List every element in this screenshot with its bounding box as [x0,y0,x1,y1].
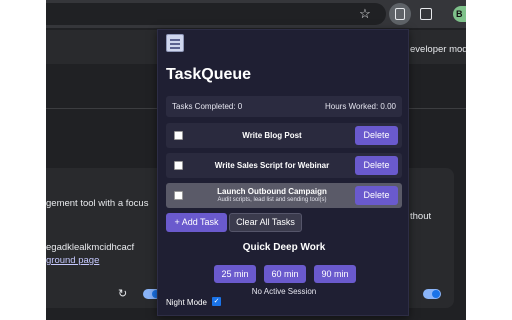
task-checkbox[interactable] [174,191,183,200]
taskqueue-extension-icon[interactable] [389,3,411,25]
task-title: Launch Outbound Campaign [217,187,327,196]
taskqueue-popup: TaskQueue Tasks Completed: 0 Hours Worke… [157,29,409,316]
delete-task-button[interactable]: Delete [355,186,398,205]
deep-work-60-button[interactable]: 60 min [264,265,306,283]
session-status: No Active Session [251,287,317,296]
background-page-link[interactable]: ground page [46,255,99,266]
task-item: Write Blog Post Delete [166,123,402,148]
task-checkbox[interactable] [174,131,183,140]
night-mode-label: Night Mode [166,298,207,307]
reload-icon[interactable]: ↻ [118,287,127,300]
delete-task-button[interactable]: Delete [355,126,398,145]
tasks-completed: Tasks Completed: 0 [172,102,243,111]
task-checkbox[interactable] [174,161,183,170]
developer-mode-label: eveloper mode [410,44,473,55]
bookmark-star-icon[interactable]: ☆ [356,5,374,23]
clear-all-tasks-button[interactable]: Clear All Tasks [229,213,302,232]
profile-avatar[interactable]: B [453,6,466,22]
left-margin [0,0,46,320]
deep-work-90-button[interactable]: 90 min [314,265,356,283]
extension-id: egadklealkmcidhcacf [46,242,135,253]
extension-enable-toggle-right[interactable] [423,289,441,299]
task-item: Write Sales Script for Webinar Delete [166,153,402,178]
app-title: TaskQueue [166,66,252,83]
task-title: Write Sales Script for Webinar [214,161,330,170]
address-bar[interactable] [46,3,386,25]
taskqueue-logo-icon [166,34,184,52]
extension-description: gement tool with a focus [46,198,149,209]
extension-description-tail: thout [410,211,432,222]
task-title: Write Blog Post [242,131,302,140]
add-task-button[interactable]: + Add Task [166,213,227,232]
deep-work-title: Quick Deep Work [242,242,326,253]
deep-work-25-button[interactable]: 25 min [214,265,256,283]
stats-bar: Tasks Completed: 0 Hours Worked: 0.00 [166,96,402,117]
delete-task-button[interactable]: Delete [355,156,398,175]
right-margin [466,0,512,320]
task-item: Launch Outbound Campaign Audit scripts, … [166,183,402,208]
extensions-puzzle-icon[interactable] [417,5,435,23]
task-subtitle: Audit scripts, lead list and sending too… [217,197,327,203]
night-mode-checkbox[interactable]: ✓ [212,297,221,306]
hours-worked: Hours Worked: 0.00 [325,102,396,111]
